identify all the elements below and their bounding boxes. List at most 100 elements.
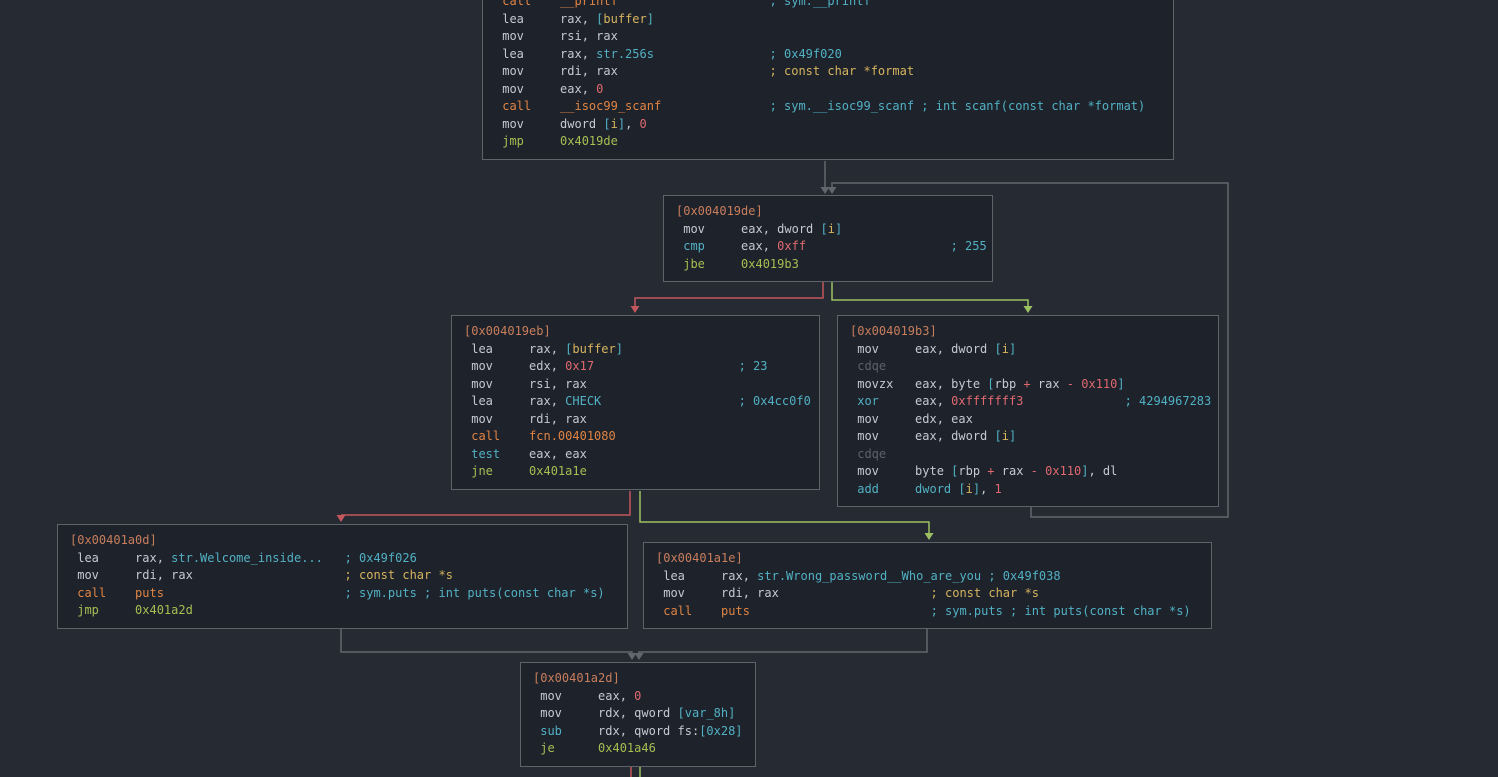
asm-token: lea: [70, 551, 135, 565]
asm-line: call __isoc99_scanf ; sym.__isoc99_scanf…: [495, 98, 1167, 116]
basic-block-0x00401a1e[interactable]: [0x00401a1e] lea rax, str.Wrong_password…: [643, 542, 1212, 629]
edge-false-0x4019eb-to-0x401a0d: [341, 491, 630, 515]
asm-token: ; 0x4cc0f0: [739, 394, 811, 408]
asm-token: CHECK: [565, 394, 601, 408]
asm-token: __printf: [560, 0, 618, 8]
asm-token: rbp: [958, 464, 987, 478]
asm-token: mov: [495, 117, 560, 131]
asm-line: call puts ; sym.puts ; int puts(const ch…: [70, 585, 621, 603]
asm-token: __isoc99_scanf: [560, 99, 661, 113]
asm-token: 0x401a1e: [529, 464, 587, 478]
asm-token: eax, dword: [915, 342, 994, 356]
asm-token: cdqe: [850, 359, 886, 373]
edge-true-0x4019eb-to-0x401a1e-arrowhead: [925, 533, 934, 540]
asm-token: movzx: [850, 377, 915, 391]
asm-token: jmp: [70, 603, 135, 617]
asm-token: str.Wrong_password__Who_are_you: [757, 569, 981, 583]
basic-block-0x00401a0d[interactable]: [0x00401a0d] lea rax, str.Welcome_inside…: [57, 524, 628, 629]
block-header: [0x00401a1e]: [656, 550, 1205, 568]
asm-token: ,: [625, 117, 639, 131]
asm-line: cdqe: [850, 446, 1212, 464]
asm-token: buffer: [572, 342, 615, 356]
asm-token: eax,: [560, 82, 596, 96]
asm-line: movzx eax, byte [rbp + rax - 0x110]: [850, 376, 1212, 394]
asm-token: rdi, rax: [721, 586, 779, 600]
asm-token: [: [958, 482, 965, 496]
asm-token: eax,: [915, 394, 951, 408]
asm-token: rdx, qword fs:: [598, 724, 699, 738]
asm-token: +: [987, 464, 994, 478]
asm-token: [: [821, 222, 828, 236]
asm-token: ; const char *s: [345, 568, 453, 582]
asm-line: lea rax, str.Welcome_inside... ; 0x49f02…: [70, 550, 621, 568]
asm-token: mov: [70, 568, 135, 582]
asm-token: 0x401a46: [598, 741, 656, 755]
asm-token: ; 23: [739, 359, 768, 373]
asm-token: mov: [495, 29, 560, 43]
asm-token: ,: [980, 482, 994, 496]
asm-token: 0x4019de: [560, 134, 618, 148]
asm-token: mov: [850, 412, 915, 426]
asm-line: lea rax, CHECK ; 0x4cc0f0: [464, 393, 813, 411]
asm-token: 0: [596, 82, 603, 96]
asm-line: jne 0x401a1e: [464, 463, 813, 481]
asm-token: call: [495, 0, 560, 8]
asm-token: ; sym.puts ; int puts(const char *s): [345, 586, 605, 600]
asm-token: mov: [464, 377, 529, 391]
asm-token: jmp: [495, 134, 560, 148]
asm-token: dword: [560, 117, 603, 131]
asm-line: mov eax, 0: [533, 688, 749, 706]
basic-block-0x004019eb[interactable]: [0x004019eb] lea rax, [buffer] mov edx, …: [451, 315, 820, 490]
asm-token: ]: [1009, 429, 1016, 443]
asm-line: mov rdi, rax: [464, 411, 813, 429]
block-header: [0x00401a2d]: [533, 670, 749, 688]
asm-line: call puts ; sym.puts ; int puts(const ch…: [656, 603, 1205, 621]
asm-token: lea: [464, 342, 529, 356]
asm-token: [594, 359, 739, 373]
asm-token: add: [850, 482, 915, 496]
asm-token: [661, 99, 769, 113]
asm-token: ]: [1117, 377, 1124, 391]
asm-token: [779, 586, 931, 600]
graph-canvas[interactable]: call __printf ; sym.__printf lea rax, [ b…: [0, 0, 1498, 777]
edge-0x401a0d-to-0x401a2d: [341, 629, 632, 653]
asm-token: 0x401a2d: [135, 603, 193, 617]
asm-token: mov: [850, 464, 915, 478]
asm-token: ; sym.__isoc99_scanf ; int scanf(const c…: [770, 99, 1146, 113]
asm-token: [1023, 394, 1124, 408]
asm-token: dword: [915, 482, 958, 496]
asm-token: sub: [533, 724, 598, 738]
asm-line: lea rax, str.256s ; 0x49f020: [495, 46, 1167, 64]
basic-block-0x004019de[interactable]: [0x004019de] mov eax, dword [i] cmp eax,…: [663, 195, 993, 282]
asm-token: rax,: [135, 551, 171, 565]
asm-token: mov: [850, 342, 915, 356]
asm-token: edx, eax: [915, 412, 973, 426]
asm-token: rsi, rax: [560, 29, 618, 43]
asm-token: rdi, rax: [135, 568, 193, 582]
asm-token: rdx, qword: [598, 706, 677, 720]
edge-0x401a1e-to-0x401a2d: [639, 628, 927, 653]
asm-token: rax,: [721, 569, 757, 583]
basic-block-0x00401a2d[interactable]: [0x00401a2d] mov eax, 0 mov rdx, qword […: [520, 662, 756, 767]
asm-token: je: [533, 741, 598, 755]
asm-token: rax: [995, 464, 1031, 478]
asm-token: ; 0x49f020: [770, 47, 842, 61]
asm-line: mov eax, dword [i]: [850, 341, 1212, 359]
asm-token: buffer: [603, 12, 646, 26]
basic-block-0x004019b3[interactable]: [0x004019b3] mov eax, dword [i] cdqe mov…: [837, 315, 1219, 507]
asm-token: ]: [835, 222, 842, 236]
basic-block-entry-partial[interactable]: call __printf ; sym.__printf lea rax, [b…: [482, 0, 1174, 160]
asm-token: ; 0x49f026: [345, 551, 417, 565]
asm-token: i: [828, 222, 835, 236]
asm-token: xor: [850, 394, 915, 408]
asm-token: rbp: [995, 377, 1024, 391]
asm-token: [: [995, 342, 1002, 356]
asm-token: ; sym.__printf: [770, 0, 871, 8]
edge-0x401a1e-to-0x401a2d-arrowhead: [635, 653, 644, 660]
asm-token: ]: [728, 706, 735, 720]
asm-token: lea: [495, 47, 560, 61]
asm-token: ]: [618, 117, 625, 131]
asm-token: [: [678, 706, 685, 720]
asm-line: cmp eax, 0xff ; 255: [676, 238, 986, 256]
asm-line: mov eax, dword [i]: [850, 428, 1212, 446]
